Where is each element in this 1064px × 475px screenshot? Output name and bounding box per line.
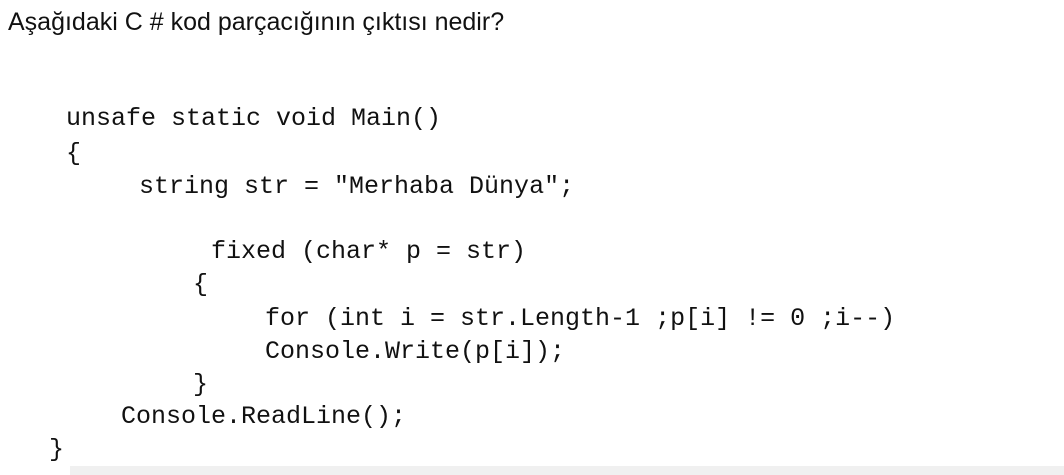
bottom-strip	[70, 466, 1064, 475]
code-line-console-write: Console.Write(p[i]);	[265, 337, 566, 366]
code-line-fixed-open-brace: {	[193, 270, 209, 299]
code-line-console-readline: Console.ReadLine();	[121, 402, 407, 431]
code-line-for-loop: for (int i = str.Length-1 ;p[i] != 0 ;i-…	[265, 304, 896, 333]
question-text: Aşağıdaki C # kod parçacığının çıktısı n…	[8, 8, 505, 36]
code-line-fixed-statement: fixed (char* p = str)	[211, 237, 527, 266]
code-line-method-signature: unsafe static void Main()	[66, 104, 442, 133]
code-line-method-close-brace: }	[49, 435, 65, 464]
code-line-method-open-brace: {	[66, 139, 82, 168]
code-line-fixed-close-brace: }	[193, 370, 209, 399]
code-line-string-declaration: string str = "Merhaba Dünya";	[139, 172, 575, 201]
